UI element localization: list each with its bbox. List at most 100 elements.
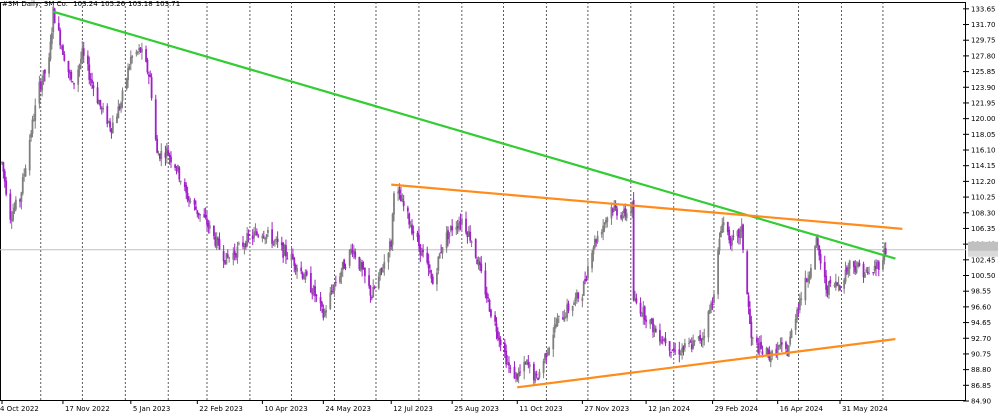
candle-body xyxy=(872,272,875,274)
y-tick-label: 110.25 xyxy=(971,194,996,202)
candle-body xyxy=(431,276,434,285)
candle-body xyxy=(120,102,123,108)
candle-body xyxy=(96,87,99,103)
y-tick-label: 96.60 xyxy=(971,303,991,311)
candle-body xyxy=(377,276,380,289)
x-tick-label: 11 Oct 2023 xyxy=(519,405,562,413)
candle-body xyxy=(21,176,24,194)
y-tick-label: 102.45 xyxy=(971,256,996,264)
candle-body xyxy=(750,321,753,338)
y-tick-label: 133.65 xyxy=(971,5,996,13)
candle-body xyxy=(412,231,415,233)
candle-body xyxy=(751,337,754,339)
candle-body xyxy=(361,262,364,269)
candle-body xyxy=(57,23,60,30)
price-marker xyxy=(968,241,998,252)
candle-body xyxy=(794,318,797,331)
candle-body xyxy=(509,367,512,369)
x-tick-label: 24 May 2023 xyxy=(325,405,371,413)
candle-body xyxy=(470,241,473,243)
candle-body xyxy=(769,358,772,363)
candle-body xyxy=(693,340,696,343)
candle-body xyxy=(639,302,642,314)
candle-body xyxy=(747,295,750,307)
candle-body xyxy=(140,48,143,53)
candle-body xyxy=(596,235,599,242)
candle-body xyxy=(174,164,177,168)
candle-body xyxy=(780,342,783,345)
candle-body xyxy=(204,214,207,218)
candle-body xyxy=(340,271,343,277)
candle-body xyxy=(175,170,178,172)
candle-body xyxy=(319,297,322,304)
candle-body xyxy=(160,150,163,160)
candle-body xyxy=(688,342,690,344)
candle-body xyxy=(852,261,855,267)
candle-body xyxy=(731,237,733,246)
candle-body xyxy=(195,206,197,210)
candle-body xyxy=(632,200,635,301)
candle-body xyxy=(664,338,667,344)
candle-body xyxy=(519,371,521,373)
candle-body xyxy=(441,247,444,254)
candle-body xyxy=(517,372,520,378)
candle-body xyxy=(170,156,172,163)
candle-body xyxy=(508,362,510,366)
candle-body xyxy=(309,273,312,293)
candle-body xyxy=(218,239,221,250)
candle-body xyxy=(577,292,580,299)
candle-body xyxy=(800,298,803,300)
candle-body xyxy=(237,243,240,245)
candle-body xyxy=(208,225,211,229)
candle-body xyxy=(625,213,628,219)
candle-body xyxy=(102,107,105,110)
candle-body xyxy=(286,258,289,260)
candle-body xyxy=(420,248,423,256)
candle-body xyxy=(689,341,692,343)
candle-body xyxy=(28,139,31,171)
candle-body xyxy=(67,60,70,73)
candle-body xyxy=(496,331,499,339)
candle-body xyxy=(484,270,487,295)
candle-body xyxy=(82,48,85,56)
candle-body xyxy=(717,250,720,295)
chart-window: #3MDaily:3M Co. 103.24105.26103.18103.71… xyxy=(0,0,1000,416)
candle-body xyxy=(321,302,323,307)
candle-body xyxy=(20,192,23,202)
candle-body xyxy=(296,267,298,272)
candle-body xyxy=(188,199,190,201)
y-tick-label: 94.65 xyxy=(971,319,991,327)
candle-body xyxy=(557,315,560,317)
candle-body xyxy=(24,168,27,177)
candle-body xyxy=(643,306,646,321)
candle-body xyxy=(129,56,132,65)
candle-body xyxy=(149,74,152,77)
candle-body xyxy=(49,41,52,60)
candle-body xyxy=(582,281,585,296)
candle-body xyxy=(882,260,884,270)
candle-body xyxy=(14,199,17,210)
candle-body xyxy=(814,245,816,270)
candle-body xyxy=(855,269,858,273)
candle-body xyxy=(272,241,275,246)
candle-body xyxy=(422,250,424,252)
candle-body xyxy=(722,222,725,226)
candle-body xyxy=(262,236,265,238)
x-tick-label: 10 Apr 2023 xyxy=(264,405,307,413)
candle-body xyxy=(111,122,114,133)
candle-body xyxy=(50,32,53,44)
candle-body xyxy=(154,99,157,140)
candle-body xyxy=(334,282,337,284)
candle-body xyxy=(226,254,229,258)
candle-body xyxy=(379,269,382,276)
y-tick-label: 121.95 xyxy=(971,99,996,107)
candle-body xyxy=(567,303,570,311)
x-tick-label: 31 May 2024 xyxy=(842,405,888,413)
candle-body xyxy=(186,193,189,201)
y-tick-label: 118.05 xyxy=(971,131,996,139)
candle-body xyxy=(563,316,566,322)
candle-body xyxy=(305,271,308,276)
candle-body xyxy=(761,351,764,355)
candle-body xyxy=(787,345,790,357)
y-tick-label: 120.00 xyxy=(971,115,996,123)
